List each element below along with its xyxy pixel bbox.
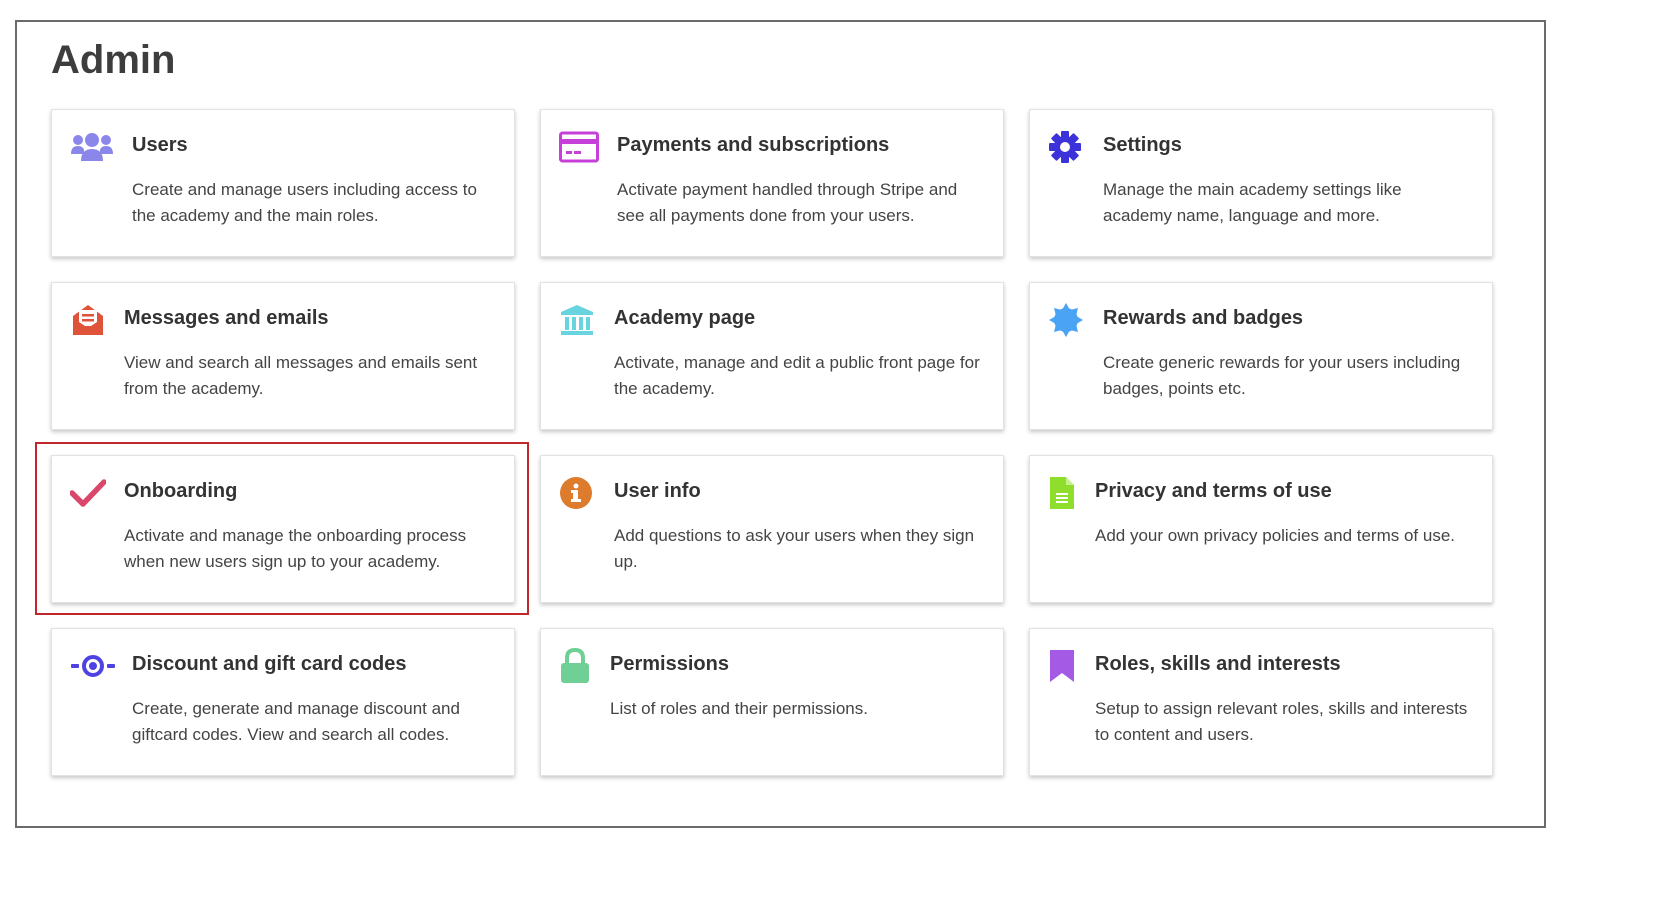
info-circle-icon [559, 477, 614, 509]
payments-card[interactable]: Payments and subscriptions Activate paym… [540, 109, 1004, 257]
privacy-card[interactable]: Privacy and terms of use Add your own pr… [1029, 455, 1493, 603]
card-description: Activate payment handled through Stripe … [617, 180, 958, 225]
credit-card-icon [559, 131, 617, 163]
card-description: Setup to assign relevant roles, skills a… [1095, 699, 1468, 744]
card-title: Users [132, 134, 188, 156]
users-icon [70, 131, 132, 163]
rewards-card[interactable]: Rewards and badges Create generic reward… [1029, 282, 1493, 430]
card-description: Create generic rewards for your users in… [1103, 353, 1461, 398]
card-title: Messages and emails [124, 307, 329, 329]
card-title: Rewards and badges [1103, 307, 1304, 329]
user-info-card[interactable]: User info Add questions to ask your user… [540, 455, 1004, 603]
bank-icon [559, 304, 614, 336]
academy-page-card[interactable]: Academy page Activate, manage and edit a… [540, 282, 1004, 430]
card-description: Activate, manage and edit a public front… [614, 353, 980, 398]
card-title: Settings [1103, 134, 1182, 156]
card-description: Activate and manage the onboarding proce… [124, 526, 467, 571]
card-description: Add your own privacy policies and terms … [1095, 526, 1456, 545]
onboarding-card[interactable]: Onboarding Activate and manage the onboa… [51, 455, 515, 603]
envelope-open-icon [70, 304, 124, 336]
messages-card[interactable]: Messages and emails View and search all … [51, 282, 515, 430]
admin-card-grid: Users Create and manage users including … [51, 109, 1493, 776]
document-icon [1048, 477, 1095, 509]
badge-icon [1048, 303, 1103, 337]
card-title: Discount and gift card codes [132, 653, 407, 675]
lock-icon [559, 648, 610, 683]
card-title: Roles, skills and interests [1095, 653, 1341, 675]
users-card[interactable]: Users Create and manage users including … [51, 109, 515, 257]
bookmark-icon [1048, 650, 1095, 682]
card-title: Privacy and terms of use [1095, 480, 1332, 502]
card-description: Manage the main academy settings like ac… [1103, 180, 1402, 225]
settings-card[interactable]: Settings Manage the main academy setting… [1029, 109, 1493, 257]
card-description: Create and manage users including access… [132, 180, 477, 225]
discount-card[interactable]: Discount and gift card codes Create, gen… [51, 628, 515, 776]
page-title: Admin [51, 38, 176, 82]
permissions-card[interactable]: Permissions List of roles and their perm… [540, 628, 1004, 776]
card-title: Permissions [610, 653, 729, 675]
card-title: User info [614, 480, 701, 502]
roles-card[interactable]: Roles, skills and interests Setup to ass… [1029, 628, 1493, 776]
code-commit-icon [70, 650, 132, 682]
card-description: Add questions to ask your users when the… [614, 526, 975, 571]
card-title: Onboarding [124, 480, 238, 502]
card-description: View and search all messages and emails … [124, 353, 478, 398]
gear-icon [1048, 131, 1103, 163]
card-title: Academy page [614, 307, 756, 329]
card-title: Payments and subscriptions [617, 134, 890, 156]
checkmark-icon [70, 477, 124, 509]
card-description: List of roles and their permissions. [610, 699, 868, 718]
card-description: Create, generate and manage discount and… [132, 699, 460, 744]
